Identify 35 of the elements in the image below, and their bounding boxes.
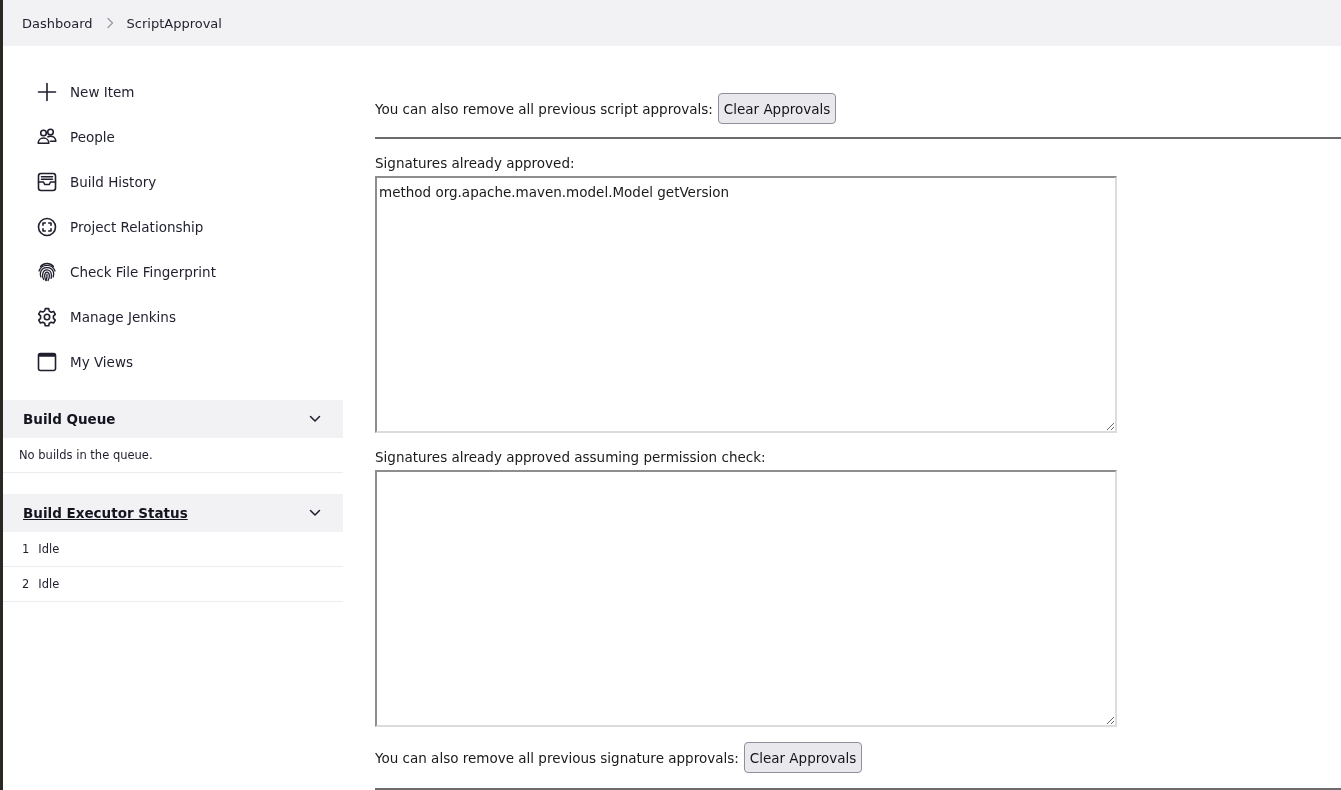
collapse-toggle[interactable]: [307, 413, 323, 425]
signatures-textarea[interactable]: method org.apache.maven.model.Model getVersion: [375, 176, 1117, 433]
instruction-text: You can also remove all previous signature approvals:: [375, 749, 739, 766]
field-label: Signatures already approved assuming permission check:: [375, 449, 767, 466]
sidebar-item[interactable]: Manage Jenkins: [3, 294, 343, 339]
fingerprint-icon: [37, 261, 57, 282]
plus-icon: [37, 81, 57, 102]
clear-approvals-button[interactable]: Clear Approvals: [743, 742, 863, 773]
sidebar-item[interactable]: New Item: [3, 69, 343, 114]
executor-status: Idle: [38, 542, 60, 556]
instruction-text: You can also remove all previous script approvals:: [375, 100, 713, 117]
sidebar-item[interactable]: Build History: [3, 159, 343, 204]
sidebar-item[interactable]: Check File Fingerprint: [3, 249, 343, 294]
collapse-toggle[interactable]: [307, 507, 323, 519]
sidebar-item[interactable]: People: [3, 114, 343, 159]
sidebar-item[interactable]: My Views: [3, 339, 343, 384]
executor-number: 2: [22, 577, 30, 591]
panel-title-link[interactable]: Build Executor Status: [23, 505, 188, 521]
breadcrumb-link[interactable]: Dashboard: [22, 15, 93, 31]
clear-approvals-button[interactable]: Clear Approvals: [717, 93, 837, 124]
window-icon: [37, 351, 57, 372]
people-icon: [37, 126, 57, 147]
executor-number: 1: [22, 542, 30, 556]
chevron-icon: [309, 509, 321, 517]
chevron-right-icon: [105, 17, 114, 29]
sidebar-item[interactable]: Project Relationship: [3, 204, 343, 249]
gear-icon: [37, 306, 57, 327]
breadcrumb-link[interactable]: ScriptApproval: [126, 15, 222, 31]
panel-title: Build Queue: [23, 411, 116, 427]
field-label: Signatures already approved:: [375, 155, 576, 172]
chevron-icon: [309, 415, 321, 423]
queue-message: No builds in the queue.: [3, 438, 343, 473]
tray-icon: [37, 171, 57, 192]
executor-status: Idle: [38, 577, 60, 591]
circle-brackets-icon: [37, 216, 57, 237]
